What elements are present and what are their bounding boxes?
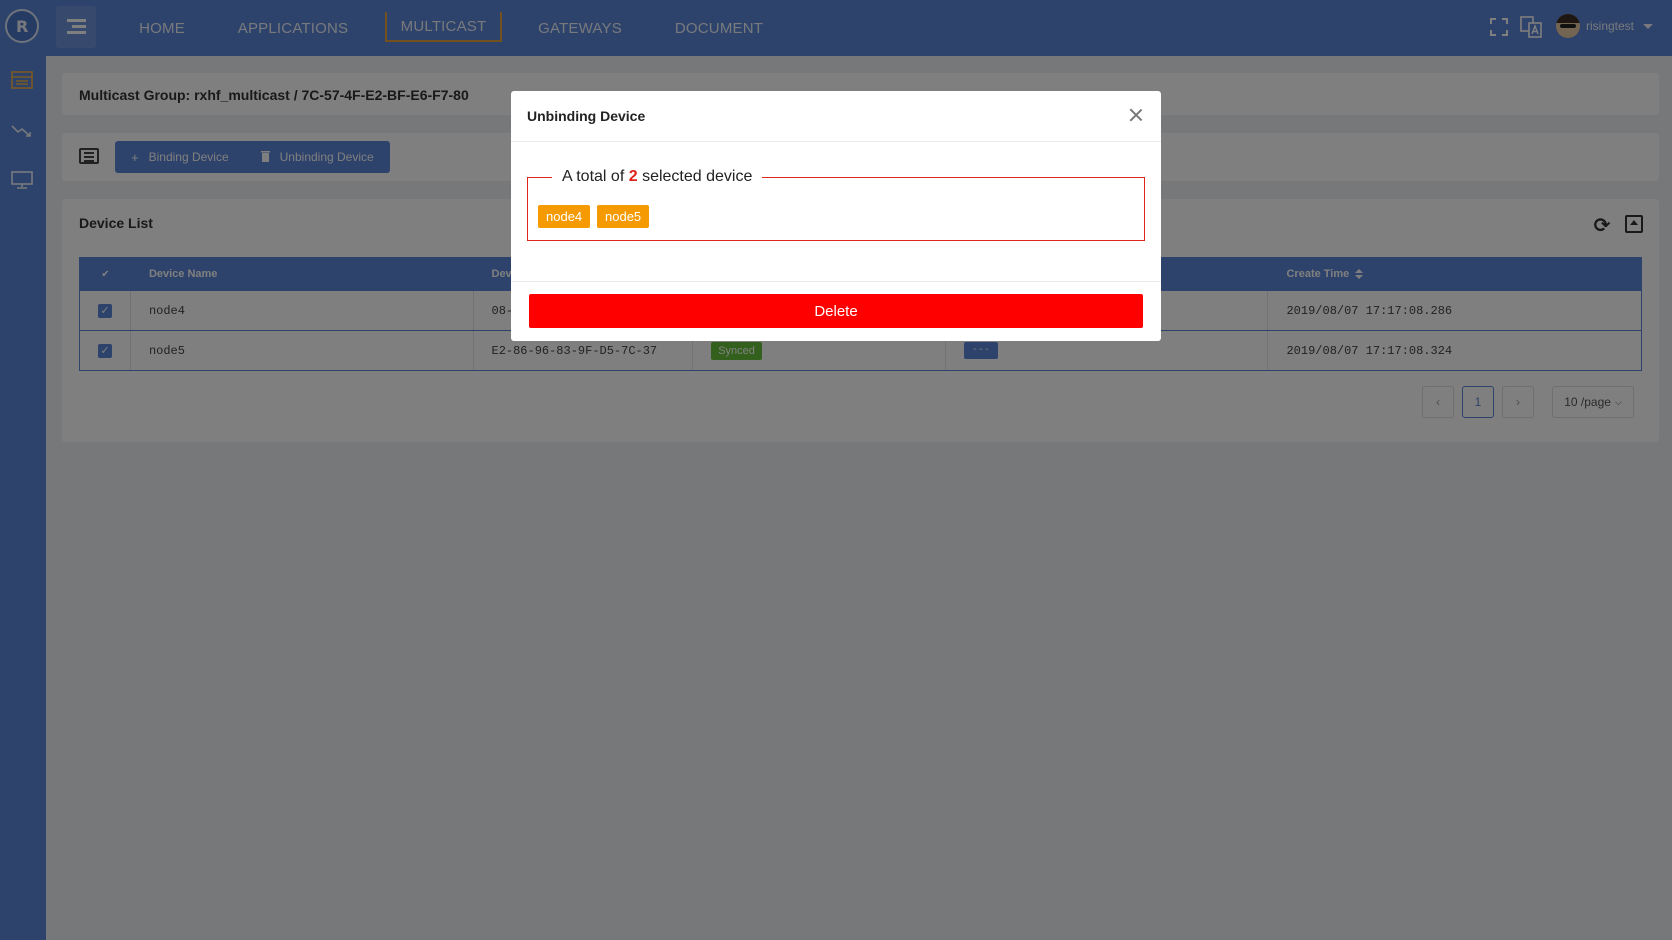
selected-devices-box: A total of 2 selected device node4 node5: [527, 168, 1145, 241]
legend-prefix: A total of: [562, 168, 625, 185]
modal-header-divider: [511, 141, 1161, 142]
delete-button[interactable]: Delete: [529, 294, 1143, 328]
modal-footer-divider: [511, 281, 1161, 282]
close-icon[interactable]: [1128, 107, 1144, 123]
device-tag: node4: [538, 205, 591, 228]
device-tag: node5: [597, 205, 650, 228]
unbinding-device-modal: Unbinding Device A total of 2 selected d…: [511, 91, 1161, 341]
legend-suffix: selected device: [642, 168, 753, 185]
selected-count: 2: [628, 168, 638, 185]
modal-title: Unbinding Device: [527, 108, 646, 124]
selected-count-legend: A total of 2 selected device: [552, 168, 763, 186]
